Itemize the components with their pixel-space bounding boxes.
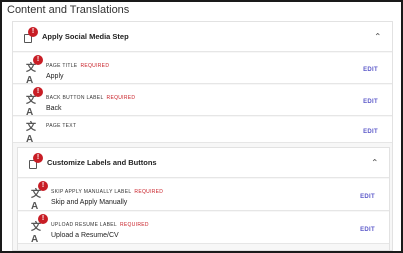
section-title: Customize Labels and Buttons	[47, 158, 157, 167]
field-row-page-text: 文A PAGE TEXT EDIT	[13, 117, 392, 145]
section-header-apply-social[interactable]: ! Apply Social Media Step ⌄	[13, 22, 392, 52]
field-label: UPLOAD RESUME LABEL REQUIRED	[51, 222, 149, 228]
field-value: Back	[46, 105, 62, 112]
panel-title: Content and Translations	[7, 4, 130, 16]
document-icon: !	[22, 26, 38, 45]
required-tag: REQUIRED	[120, 222, 149, 228]
field-label: PAGE TEXT	[46, 123, 77, 129]
section-header-customize-labels[interactable]: ! Customize Labels and Buttons ⌄	[18, 148, 389, 178]
warning-badge: !	[33, 87, 43, 97]
field-row-skip-apply-manually: 文A ! SKIP APPLY MANUALLY LABEL REQUIRED S…	[18, 179, 389, 212]
section-customize-labels: ! Customize Labels and Buttons ⌄ 文A ! SK…	[17, 147, 390, 250]
section-apply-social-media: ! Apply Social Media Step ⌄ 文A ! PAGE TI…	[12, 21, 393, 251]
warning-badge: !	[38, 214, 48, 224]
required-tag: REQUIRED	[134, 189, 164, 195]
document-icon: !	[27, 152, 43, 171]
chevron-up-icon[interactable]: ⌄	[371, 156, 379, 167]
field-label: BACK BUTTON LABEL REQUIRED	[46, 95, 136, 101]
warning-badge: !	[33, 55, 43, 65]
section-title: Apply Social Media Step	[42, 32, 129, 41]
field-value: Skip and Apply Manually	[51, 199, 128, 206]
field-row-page-title: 文A ! PAGE TITLE REQUIRED Apply EDIT	[13, 53, 392, 86]
field-value: Upload a Resume/CV	[51, 232, 119, 239]
required-tag: REQUIRED	[80, 63, 110, 69]
field-label: SKIP APPLY MANUALLY LABEL REQUIRED	[51, 189, 164, 195]
chevron-up-icon[interactable]: ⌄	[374, 30, 382, 41]
field-label: PAGE TITLE REQUIRED	[46, 63, 110, 69]
field-row-upload-resume: 文A ! UPLOAD RESUME LABEL REQUIRED Upload …	[18, 212, 389, 245]
edit-button[interactable]: EDIT	[360, 227, 375, 233]
edit-button[interactable]: EDIT	[363, 99, 378, 105]
edit-button[interactable]: EDIT	[363, 67, 378, 73]
edit-button[interactable]: EDIT	[363, 129, 378, 135]
required-tag: REQUIRED	[106, 95, 136, 101]
warning-badge: !	[38, 181, 48, 191]
warning-badge: !	[28, 26, 38, 37]
warning-badge: !	[33, 152, 43, 163]
field-row-back-button-label: 文A ! BACK BUTTON LABEL REQUIRED Back EDIT	[13, 85, 392, 118]
edit-button[interactable]: EDIT	[360, 194, 375, 200]
field-value: Apply	[46, 73, 64, 80]
translate-icon: 文A	[26, 122, 36, 145]
